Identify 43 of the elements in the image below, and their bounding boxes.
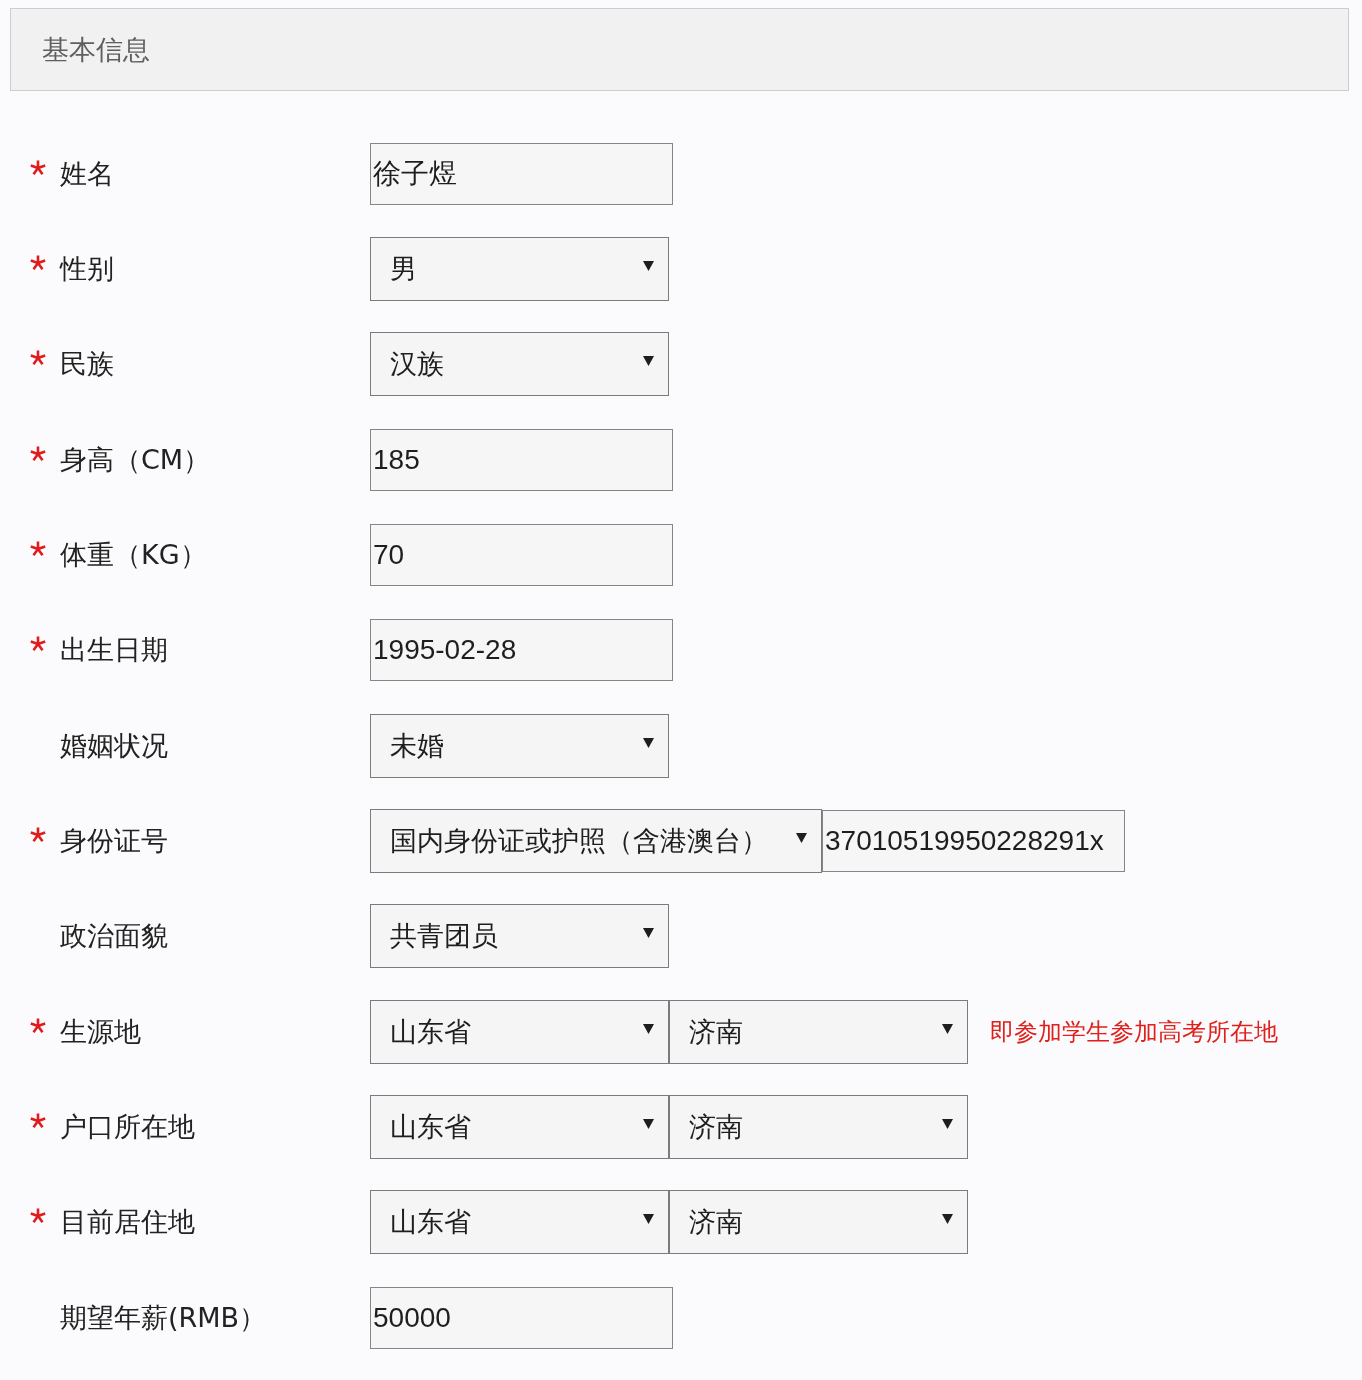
dropdown-select[interactable]: 济南 (669, 1094, 968, 1159)
dropdown-select[interactable]: 济南 (669, 1190, 968, 1255)
field-label: 姓名 (60, 156, 114, 191)
field-label: 民族 (60, 347, 114, 382)
field-label: 婚姻状况 (60, 728, 168, 763)
field-label: 户口所在地 (60, 1109, 195, 1144)
field-label: 目前居住地 (60, 1205, 195, 1240)
field-label: 身份证号 (60, 823, 168, 858)
dropdown-select[interactable]: 共青团员 (370, 904, 669, 969)
text-input-field[interactable]: 185 (370, 428, 673, 491)
caret-icon (643, 1023, 654, 1034)
caret-icon (643, 261, 654, 271)
dropdown-select[interactable]: 山东省 (370, 999, 669, 1064)
field-label: 身高（CM） (60, 442, 211, 477)
caret-icon (643, 1214, 654, 1225)
section-title: 基本信息 (42, 32, 150, 67)
caret-icon (942, 1214, 953, 1225)
dropdown-select[interactable]: 汉族 (370, 332, 669, 397)
dropdown-select[interactable]: 山东省 (370, 1190, 669, 1255)
field-label: 出生日期 (60, 633, 168, 668)
caret-icon (643, 928, 654, 939)
caret-icon (643, 1118, 654, 1129)
dropdown-select[interactable]: 男 (370, 237, 669, 301)
text-input-field[interactable]: 37010519950228291x (822, 809, 1125, 872)
text-input-field[interactable]: 50000 (370, 1286, 673, 1349)
field-label: 政治面貌 (60, 919, 168, 954)
field-label: 性别 (60, 252, 114, 286)
dropdown-select[interactable]: 山东省 (370, 1094, 669, 1159)
caret-icon (643, 737, 654, 748)
caret-icon (796, 832, 807, 843)
text-input-field[interactable]: 70 (370, 523, 673, 586)
caret-icon (643, 356, 654, 367)
dropdown-select[interactable]: 济南 (669, 999, 968, 1064)
caret-icon (942, 1023, 953, 1034)
dropdown-select[interactable]: 未婚 (370, 713, 669, 778)
field-label: 期望年薪(RMB） (60, 1300, 267, 1335)
caret-icon (942, 1118, 953, 1129)
text-input-field[interactable]: 1995-02-28 (370, 619, 673, 682)
field-label: 生源地 (60, 1014, 141, 1049)
text-input-field[interactable]: 徐子煜 (370, 142, 673, 205)
hint-text: 即参加学生参加高考所在地 (990, 1016, 1278, 1048)
dropdown-select[interactable]: 国内身份证或护照（含港澳台） (370, 808, 822, 873)
field-label: 体重（KG） (60, 537, 207, 572)
